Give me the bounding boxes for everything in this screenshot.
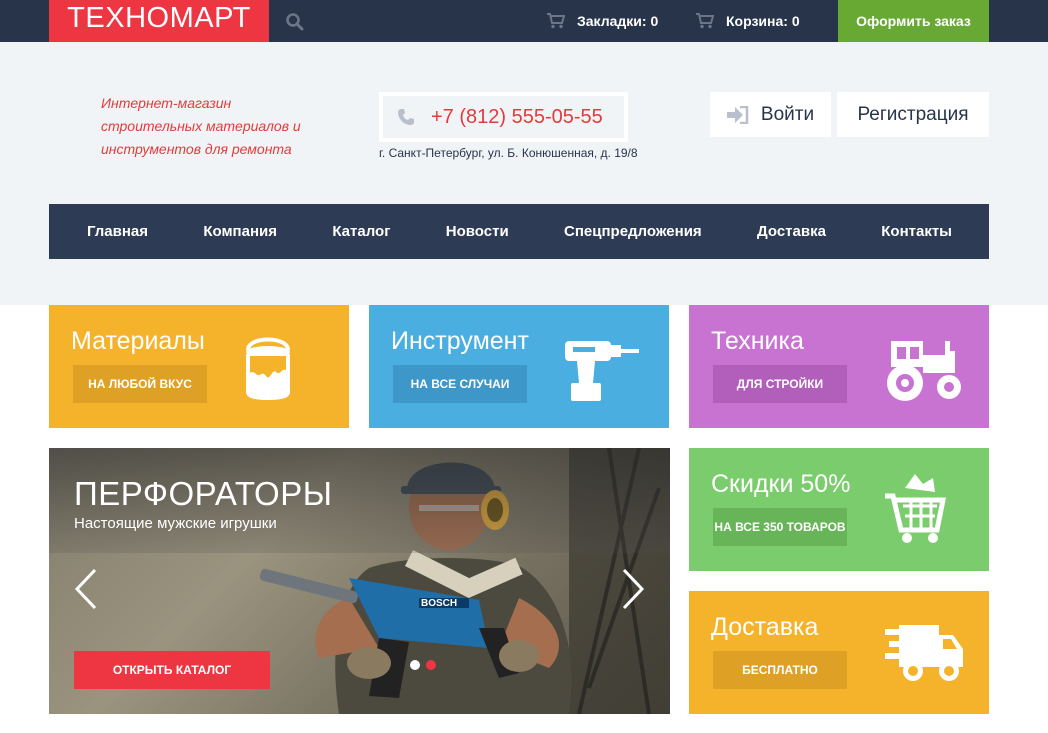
tile-title: Инструмент xyxy=(391,327,529,355)
tile-title: Материалы xyxy=(71,327,205,355)
slider-title: ПЕРФОРАТОРЫ xyxy=(74,475,333,512)
nav-item-delivery[interactable]: Доставка xyxy=(757,223,826,240)
nav-item-company[interactable]: Компания xyxy=(203,223,277,240)
drill-brand: BOSCH xyxy=(421,598,457,609)
slider-prev-arrow-icon[interactable] xyxy=(71,568,101,610)
tile-button[interactable]: НА ЛЮБОЙ ВКУС xyxy=(73,365,207,403)
cart-icon xyxy=(696,13,714,29)
site-tagline: Интернет-магазин строительных материалов… xyxy=(101,92,321,161)
login-icon xyxy=(726,105,749,124)
slider-dot[interactable] xyxy=(410,660,420,670)
slider-subtitle: Настоящие мужские игрушки xyxy=(74,515,277,532)
logo[interactable]: ТЕХНОМАРТ xyxy=(49,0,269,47)
bookmarks-label: Закладки: 0 xyxy=(577,13,659,29)
checkout-button[interactable]: Оформить заказ xyxy=(838,0,989,42)
cart-link[interactable]: Корзина: 0 xyxy=(696,0,800,42)
nav-item-home[interactable]: Главная xyxy=(87,223,148,240)
tile-tools[interactable]: Инструмент НА ВСЕ СЛУЧАИ xyxy=(369,305,669,428)
tractor-icon xyxy=(887,341,961,401)
shopping-cart-icon xyxy=(885,474,947,543)
tile-button[interactable]: БЕСПЛАТНО xyxy=(713,651,847,689)
hero-slider: BOSCH ПЕРФОРАТОРЫ Настоящие мужские игру… xyxy=(49,448,670,714)
tile-button[interactable]: ДЛЯ СТРОЙКИ xyxy=(713,365,847,403)
cart-label: Корзина: 0 xyxy=(726,13,800,29)
tagline-line: Интернет-магазин xyxy=(101,95,232,111)
tile-delivery[interactable]: Доставка БЕСПЛАТНО xyxy=(689,591,989,714)
paint-bucket-icon xyxy=(246,337,290,400)
search-icon[interactable] xyxy=(285,12,305,32)
tile-title: Техника xyxy=(711,327,804,355)
address: г. Санкт-Петербург, ул. Б. Конюшенная, д… xyxy=(379,146,638,160)
nav-item-contacts[interactable]: Контакты xyxy=(881,223,952,240)
slider-pagination xyxy=(410,660,436,670)
tile-button[interactable]: НА ВСЕ 350 ТОВАРОВ xyxy=(713,508,847,546)
tile-materials[interactable]: Материалы НА ЛЮБОЙ ВКУС xyxy=(49,305,349,428)
login-button[interactable]: Войти xyxy=(710,92,831,137)
nav-item-catalog[interactable]: Каталог xyxy=(332,223,390,240)
truck-icon xyxy=(885,625,963,681)
tagline-line: инструментов для ремонта xyxy=(101,141,292,157)
tile-title: Доставка xyxy=(711,613,819,641)
header-band xyxy=(0,42,1048,305)
nav-item-specials[interactable]: Спецпредложения xyxy=(564,223,702,240)
tile-button[interactable]: НА ВСЕ СЛУЧАИ xyxy=(393,365,527,403)
main-nav: Главная Компания Каталог Новости Спецпре… xyxy=(49,204,989,259)
slider-dot-active[interactable] xyxy=(426,660,436,670)
phone-number: +7 (812) 555-05-55 xyxy=(431,105,603,128)
tile-sale[interactable]: Скидки 50% НА ВСЕ 350 ТОВАРОВ xyxy=(689,448,989,571)
phone-box[interactable]: +7 (812) 555-05-55 xyxy=(379,92,628,142)
tile-title: Скидки 50% xyxy=(711,470,851,498)
slider-next-arrow-icon[interactable] xyxy=(618,568,648,610)
register-button[interactable]: Регистрация xyxy=(837,92,989,137)
bookmarks-link[interactable]: Закладки: 0 xyxy=(547,0,658,42)
tagline-line: строительных материалов и xyxy=(101,118,301,134)
cart-icon xyxy=(547,13,565,29)
phone-icon xyxy=(398,109,414,125)
open-catalog-button[interactable]: ОТКРЫТЬ КАТАЛОГ xyxy=(74,651,270,689)
tile-tech[interactable]: Техника ДЛЯ СТРОЙКИ xyxy=(689,305,989,428)
login-label: Войти xyxy=(760,103,815,125)
nav-item-news[interactable]: Новости xyxy=(446,223,509,240)
drill-icon xyxy=(565,341,639,401)
